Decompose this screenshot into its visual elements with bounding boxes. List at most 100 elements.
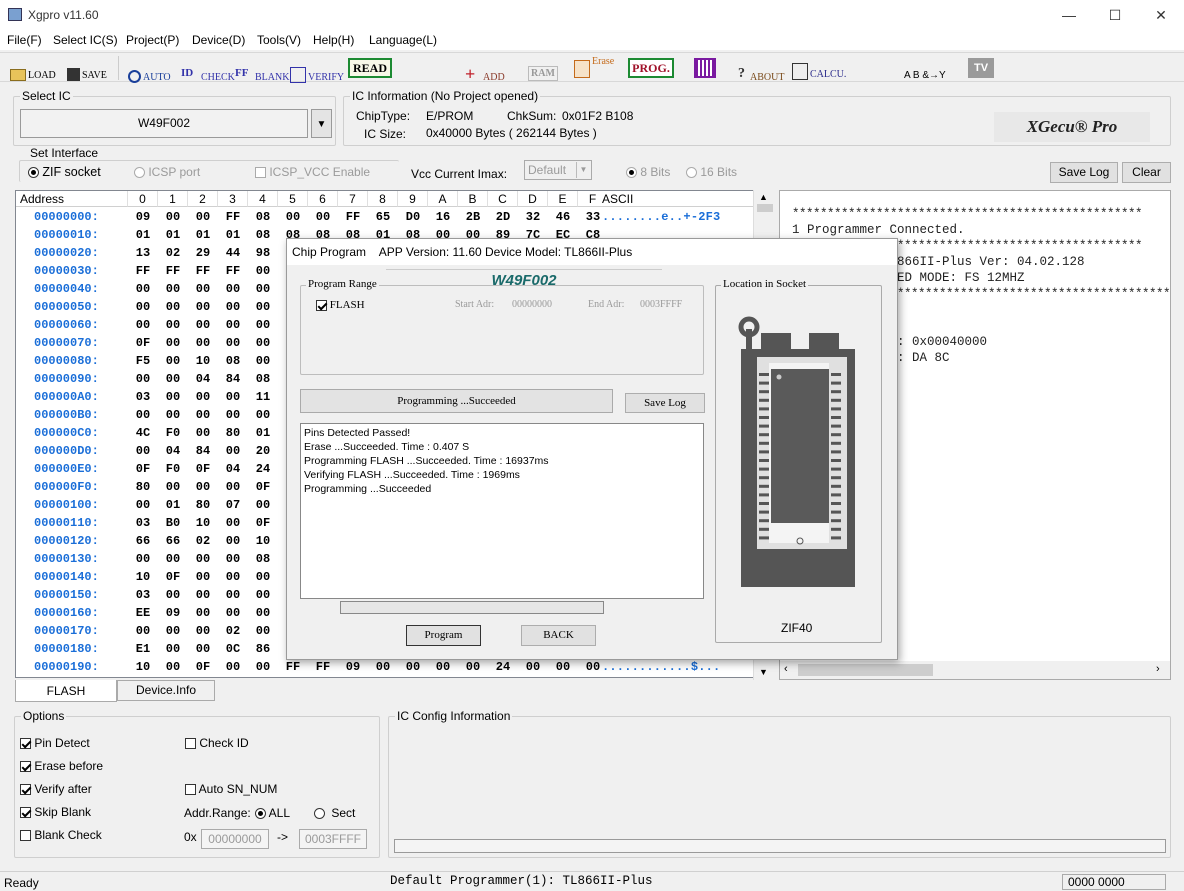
hex-byte[interactable]: 00 bbox=[428, 658, 458, 676]
hex-byte[interactable]: 00 bbox=[128, 442, 158, 460]
hex-byte[interactable]: 10 bbox=[248, 532, 278, 550]
hex-byte[interactable]: 16 bbox=[428, 208, 458, 226]
hex-byte[interactable]: 66 bbox=[158, 532, 188, 550]
hex-byte[interactable]: 00 bbox=[218, 658, 248, 676]
hex-byte[interactable]: 0F bbox=[188, 460, 218, 478]
hex-byte[interactable]: F5 bbox=[128, 352, 158, 370]
hex-byte[interactable]: 00 bbox=[248, 280, 278, 298]
hex-byte[interactable]: 00 bbox=[248, 334, 278, 352]
hex-byte[interactable]: 00 bbox=[128, 550, 158, 568]
scroll-right-icon[interactable]: › bbox=[1156, 663, 1160, 675]
hex-byte[interactable]: 00 bbox=[248, 568, 278, 586]
hex-byte[interactable]: 00 bbox=[158, 370, 188, 388]
hex-byte[interactable]: 98 bbox=[248, 244, 278, 262]
hex-byte[interactable]: 84 bbox=[188, 442, 218, 460]
hex-byte[interactable]: 10 bbox=[128, 568, 158, 586]
select-ic-dropdown-button[interactable]: ▼ bbox=[311, 109, 332, 138]
hex-byte[interactable]: 00 bbox=[218, 388, 248, 406]
dialog-program-button[interactable]: Program bbox=[406, 625, 481, 646]
hex-byte[interactable]: 00 bbox=[218, 532, 248, 550]
zif-socket-radio[interactable]: ZIF socket bbox=[28, 165, 101, 179]
hex-byte[interactable]: 00 bbox=[128, 280, 158, 298]
hex-byte[interactable]: 00 bbox=[248, 604, 278, 622]
hex-byte[interactable]: 10 bbox=[188, 514, 218, 532]
hex-byte[interactable]: FF bbox=[338, 208, 368, 226]
hex-byte[interactable]: 01 bbox=[158, 226, 188, 244]
skip-blank-checkbox[interactable]: Skip Blank bbox=[20, 805, 91, 819]
menu-select-ic[interactable]: Select IC(S) bbox=[53, 33, 118, 47]
ram-button[interactable]: RAM bbox=[528, 59, 558, 81]
hex-byte[interactable]: 00 bbox=[188, 586, 218, 604]
hex-byte[interactable]: 00 bbox=[218, 280, 248, 298]
hex-byte[interactable]: 00 bbox=[218, 586, 248, 604]
hex-byte[interactable]: 08 bbox=[248, 370, 278, 388]
hex-byte[interactable]: 00 bbox=[158, 658, 188, 676]
hex-byte[interactable]: 00 bbox=[188, 568, 218, 586]
hex-byte[interactable]: 04 bbox=[218, 460, 248, 478]
verify-button[interactable]: VERIFY bbox=[290, 61, 344, 83]
hex-byte[interactable]: 00 bbox=[368, 658, 398, 676]
tv-button[interactable]: TV bbox=[968, 58, 994, 78]
hex-byte[interactable]: 00 bbox=[248, 298, 278, 316]
hex-byte[interactable]: 08 bbox=[218, 352, 248, 370]
menu-file[interactable]: File(F) bbox=[7, 33, 42, 47]
minimize-button[interactable]: — bbox=[1046, 0, 1092, 30]
hex-byte[interactable]: 65 bbox=[368, 208, 398, 226]
hex-byte[interactable]: 00 bbox=[158, 316, 188, 334]
hex-byte[interactable]: F0 bbox=[158, 424, 188, 442]
hex-byte[interactable]: 00 bbox=[248, 496, 278, 514]
scroll-left-icon[interactable]: ‹ bbox=[784, 663, 788, 675]
hex-byte[interactable]: 00 bbox=[188, 406, 218, 424]
hex-byte[interactable]: F0 bbox=[158, 460, 188, 478]
hex-byte[interactable]: 32 bbox=[518, 208, 548, 226]
hex-byte[interactable]: 10 bbox=[188, 352, 218, 370]
hex-byte[interactable]: 00 bbox=[128, 622, 158, 640]
hex-byte[interactable]: 00 bbox=[128, 370, 158, 388]
hex-byte[interactable]: 00 bbox=[398, 658, 428, 676]
hex-byte[interactable]: 00 bbox=[188, 622, 218, 640]
hex-byte[interactable]: 00 bbox=[128, 496, 158, 514]
hex-byte[interactable]: 07 bbox=[218, 496, 248, 514]
close-button[interactable]: ✕ bbox=[1138, 0, 1184, 30]
hex-byte[interactable]: 00 bbox=[218, 478, 248, 496]
hex-byte[interactable]: 08 bbox=[248, 226, 278, 244]
menu-language[interactable]: Language(L) bbox=[369, 33, 437, 47]
hex-byte[interactable]: 00 bbox=[518, 658, 548, 676]
hex-byte[interactable]: FF bbox=[188, 262, 218, 280]
hex-byte[interactable]: 00 bbox=[188, 208, 218, 226]
hex-byte[interactable]: 0F bbox=[128, 334, 158, 352]
add-button[interactable]: + ADD bbox=[465, 61, 505, 83]
hex-byte[interactable]: 24 bbox=[488, 658, 518, 676]
hex-byte[interactable]: 08 bbox=[248, 550, 278, 568]
hex-byte[interactable]: 24 bbox=[248, 460, 278, 478]
hex-byte[interactable]: 01 bbox=[128, 226, 158, 244]
hex-byte[interactable]: 00 bbox=[188, 424, 218, 442]
addr-sect-radio[interactable]: Sect bbox=[314, 806, 355, 820]
hex-byte[interactable]: 00 bbox=[458, 658, 488, 676]
hex-byte[interactable]: 00 bbox=[218, 568, 248, 586]
hex-byte[interactable]: 00 bbox=[248, 658, 278, 676]
hex-byte[interactable]: 01 bbox=[218, 226, 248, 244]
blank-check-checkbox[interactable]: Blank Check bbox=[20, 828, 102, 842]
tab-device-info[interactable]: Device.Info bbox=[117, 680, 215, 701]
hex-byte[interactable]: FF bbox=[128, 262, 158, 280]
h-scroll-thumb[interactable] bbox=[798, 664, 933, 676]
hex-byte[interactable]: 01 bbox=[158, 496, 188, 514]
hex-byte[interactable]: 0F bbox=[248, 514, 278, 532]
hex-byte[interactable]: 00 bbox=[158, 334, 188, 352]
hex-byte[interactable]: 00 bbox=[218, 514, 248, 532]
hex-byte[interactable]: 02 bbox=[188, 532, 218, 550]
clear-log-button[interactable]: Clear bbox=[1122, 162, 1171, 183]
hex-byte[interactable]: 08 bbox=[248, 208, 278, 226]
hex-byte[interactable]: E1 bbox=[128, 640, 158, 658]
verify-after-checkbox[interactable]: Verify after bbox=[20, 782, 92, 796]
hex-byte[interactable]: 00 bbox=[188, 640, 218, 658]
hex-byte[interactable]: 00 bbox=[188, 298, 218, 316]
hex-byte[interactable]: 01 bbox=[248, 424, 278, 442]
hex-byte[interactable]: 0F bbox=[188, 658, 218, 676]
icsp-vcc-checkbox[interactable]: ICSP_VCC Enable bbox=[255, 165, 370, 179]
hex-byte[interactable]: FF bbox=[158, 262, 188, 280]
hex-byte[interactable]: 2B bbox=[458, 208, 488, 226]
hex-byte[interactable]: 00 bbox=[218, 604, 248, 622]
hex-byte[interactable]: 00 bbox=[128, 406, 158, 424]
